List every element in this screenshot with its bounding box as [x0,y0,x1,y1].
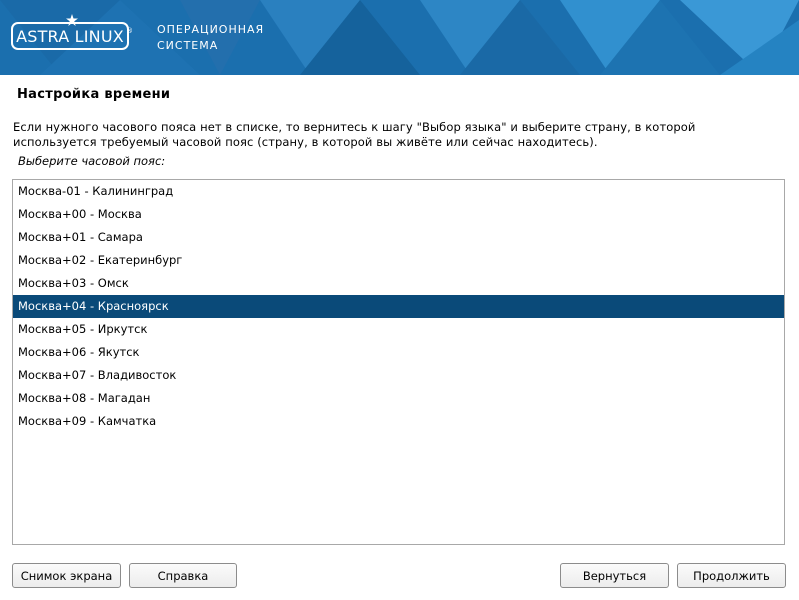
back-button[interactable]: Вернуться [560,563,669,588]
timezone-item[interactable]: Москва+00 - Москва [13,203,784,226]
star-icon [66,14,78,26]
header-banner: ASTRA LINUX ® ОПЕРАЦИОННАЯ СИСТЕМА [0,0,799,75]
timezone-item[interactable]: Москва+09 - Камчатка [13,410,784,433]
description-line-2: используется требуемый часовой пояс (стр… [13,135,598,149]
timezone-item[interactable]: Москва+02 - Екатеринбург [13,249,784,272]
timezone-item[interactable]: Москва+03 - Омск [13,272,784,295]
logo-text: ASTRA LINUX [16,26,124,46]
logo-registered-mark: ® [126,27,133,35]
timezone-item[interactable]: Москва+05 - Иркутск [13,318,784,341]
astra-linux-logo: ASTRA LINUX [11,22,129,50]
os-label: ОПЕРАЦИОННАЯ СИСТЕМА [157,22,264,54]
screenshot-button[interactable]: Снимок экрана [12,563,121,588]
timezone-list[interactable]: Москва-01 - Калининград Москва+00 - Моск… [12,179,785,545]
timezone-item[interactable]: Москва-01 - Калининград [13,180,784,203]
continue-button[interactable]: Продолжить [677,563,786,588]
timezone-item[interactable]: Москва+01 - Самара [13,226,784,249]
page-title: Настройка времени [17,87,171,102]
help-button[interactable]: Справка [129,563,237,588]
os-label-line1: ОПЕРАЦИОННАЯ [157,23,265,36]
timezone-item[interactable]: Москва+08 - Магадан [13,387,784,410]
timezone-item[interactable]: Москва+06 - Якутск [13,341,784,364]
timezone-prompt: Выберите часовой пояс: [18,154,166,168]
description-line-1: Если нужного часового пояса нет в списке… [13,120,696,134]
timezone-item[interactable]: Москва+07 - Владивосток [13,364,784,387]
timezone-item-selected[interactable]: Москва+04 - Красноярск [13,295,784,318]
page-description: Если нужного часового пояса нет в списке… [13,120,783,150]
os-label-line2: СИСТЕМА [157,39,219,52]
